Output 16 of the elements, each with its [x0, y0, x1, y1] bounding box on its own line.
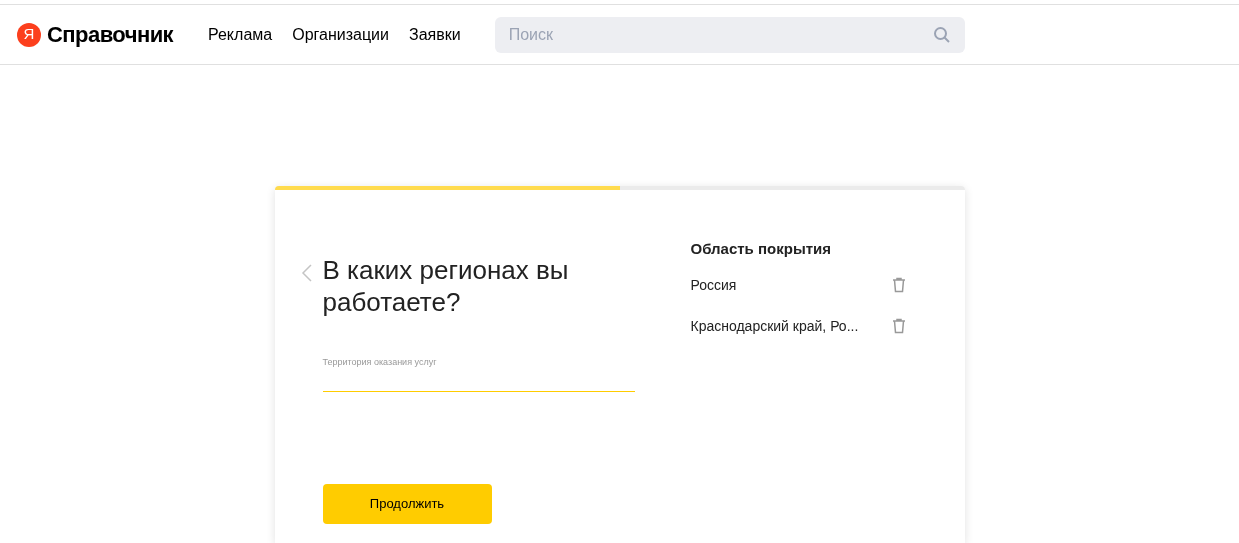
search-field[interactable]: Поиск — [494, 16, 965, 53]
search-icon — [932, 25, 951, 44]
trash-icon[interactable] — [891, 318, 906, 334]
logo-text: Справочник — [47, 21, 174, 49]
region-name: Россия — [690, 275, 737, 295]
region-name: Краснодарский край, Ро... — [690, 316, 859, 336]
nav-link[interactable]: Реклама — [208, 22, 273, 47]
field-label: Территория оказания услуг — [322, 357, 437, 367]
coverage-title: Область покрытия — [690, 239, 833, 259]
continue-button[interactable]: Продолжить — [322, 484, 492, 524]
logo-icon: Я — [17, 22, 41, 47]
nav-link[interactable]: Заявки — [408, 22, 461, 47]
question-title: В каких регионах вы работаете? — [322, 254, 570, 318]
back-icon[interactable] — [300, 264, 313, 282]
trash-icon[interactable] — [891, 277, 906, 293]
nav-link[interactable]: Организации — [292, 22, 389, 47]
